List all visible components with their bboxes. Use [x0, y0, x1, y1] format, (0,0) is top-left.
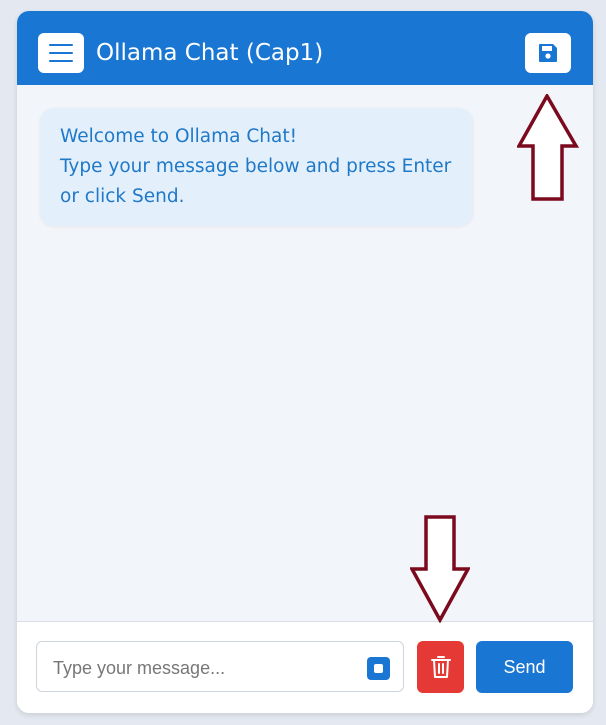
message-bubble: Welcome to Ollama Chat! Type your messag…: [40, 108, 473, 226]
up-arrow-icon: [517, 94, 579, 201]
down-arrow-icon: [410, 515, 470, 623]
floppy-disk-save-icon: [539, 44, 557, 62]
stop-square-icon: [374, 664, 383, 673]
clear-chat-button[interactable]: [417, 641, 464, 693]
hamburger-menu-icon-bar: [49, 52, 73, 54]
message-line: Welcome to Ollama Chat!: [60, 126, 298, 147]
app-header: Ollama Chat (Cap1): [17, 11, 593, 85]
message-line: or click Send.: [60, 186, 185, 207]
app-title: Ollama Chat (Cap1): [96, 40, 324, 66]
menu-button[interactable]: [38, 33, 84, 73]
save-button[interactable]: [525, 33, 571, 73]
composer-bar: Send: [17, 621, 593, 713]
trash-icon: [431, 656, 451, 678]
send-button[interactable]: Send: [476, 641, 573, 693]
chat-window: Ollama Chat (Cap1) Welcome to Ollama Cha…: [17, 11, 593, 713]
hamburger-menu-icon-bar: [49, 60, 73, 62]
hamburger-menu-icon: [49, 44, 73, 46]
message-input-box[interactable]: [36, 641, 404, 692]
message-input[interactable]: [51, 652, 355, 684]
stop-button[interactable]: [367, 657, 390, 680]
message-line: Type your message below and press Enter: [60, 156, 452, 177]
